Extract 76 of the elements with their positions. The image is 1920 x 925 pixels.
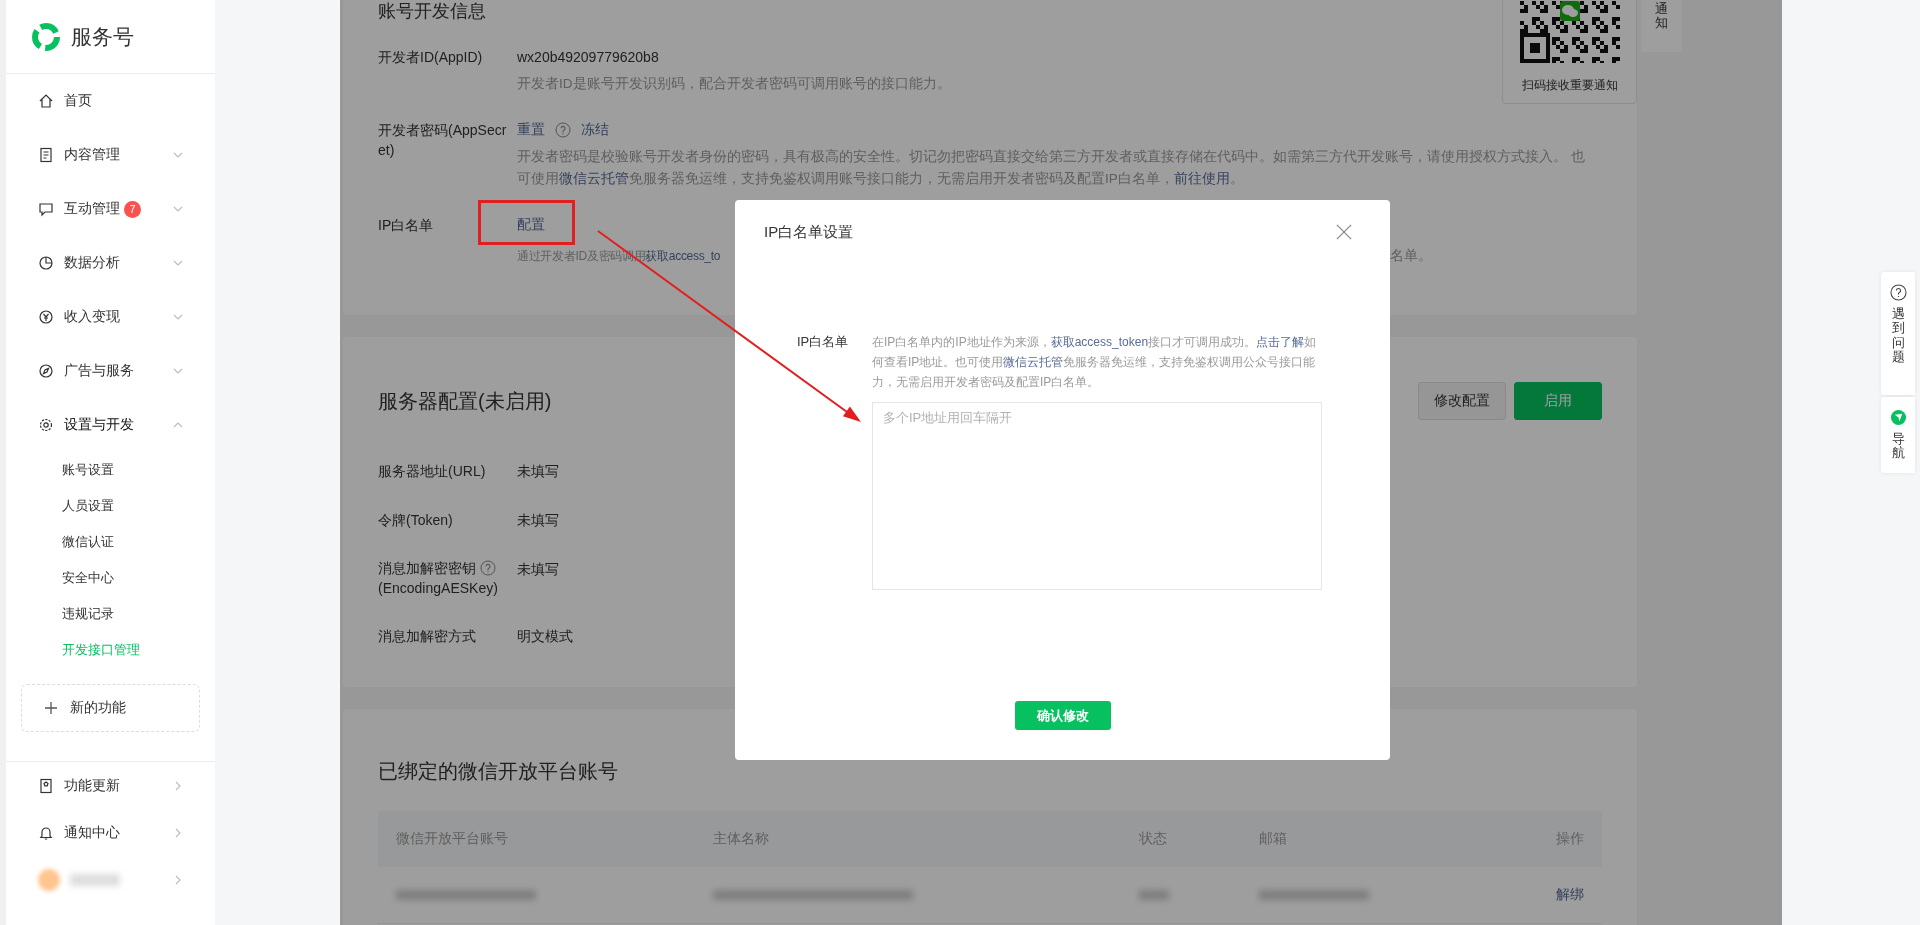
- column-header: 微信开放平台账号: [396, 830, 509, 848]
- menu-item[interactable]: 互动管理 7: [6, 182, 215, 236]
- float-button[interactable]: 导航: [1881, 397, 1915, 473]
- dialog-title: IP白名单设置: [764, 222, 854, 242]
- logo-text: 服务号: [71, 23, 134, 50]
- menu-item[interactable]: 内容管理: [6, 128, 215, 182]
- home-icon: [38, 93, 54, 109]
- submenu-item[interactable]: 安全中心: [6, 560, 215, 596]
- submenu-item[interactable]: 违规记录: [6, 596, 215, 632]
- section-title: 已绑定的微信开放平台账号: [378, 759, 619, 784]
- notice-tab[interactable]: 通知: [1641, 0, 1682, 52]
- action-link[interactable]: 重置: [517, 121, 545, 139]
- book-icon: [38, 777, 54, 794]
- menu-item[interactable]: 数据分析: [6, 236, 215, 290]
- close-icon[interactable]: [1336, 224, 1352, 240]
- section-title: 账号开发信息: [378, 0, 487, 22]
- document-icon: [38, 147, 54, 163]
- menu-item[interactable]: 设置与开发: [6, 398, 215, 452]
- submenu-item[interactable]: 人员设置: [6, 488, 215, 524]
- avatar: [38, 868, 60, 891]
- field-value: 未填写: [517, 511, 559, 530]
- submenu-item[interactable]: 微信认证: [6, 524, 215, 560]
- new-feature-button[interactable]: 新的功能: [21, 684, 200, 732]
- help-icon[interactable]: [480, 560, 496, 576]
- bell-icon: [38, 824, 54, 841]
- logo-icon: [31, 21, 61, 52]
- action-link[interactable]: 冻结: [581, 121, 609, 139]
- field-label: IP白名单: [797, 333, 850, 351]
- menu-item[interactable]: 收入变现: [6, 290, 215, 344]
- field-value: 未填写: [517, 462, 559, 481]
- description-text: 在IP白名单内的IP地址作为来源，获取access_token接口才可调用成功。点击了解如何查看IP地址。也可使用微信云托管免服务器免运维，支持免鉴权调用公众号接口能力，无需启用开发者密码及配置IP白名单。: [872, 334, 1318, 391]
- blurred-account-name: [70, 873, 120, 886]
- blurred-cell: [1139, 890, 1169, 900]
- pie-chart-icon: [38, 255, 54, 271]
- compass-icon: [1889, 409, 1907, 426]
- field-label: 开发者密码(AppSecret): [378, 121, 508, 160]
- qr-caption: 扫码接收重要通知: [1521, 77, 1618, 94]
- unbind-link[interactable]: 解绑: [1556, 886, 1584, 904]
- chat-icon: [38, 201, 54, 217]
- ip-list-field[interactable]: 多个IP地址用回车隔开: [872, 402, 1322, 590]
- inline-link[interactable]: 获取access_token: [1050, 335, 1149, 349]
- inline-link[interactable]: 获取access_to: [645, 249, 721, 263]
- inline-link[interactable]: 前往使用: [1173, 171, 1230, 186]
- menu-item[interactable]: 首页: [6, 74, 215, 128]
- field-label: 消息加解密方式: [378, 627, 476, 646]
- gear-icon: [38, 417, 54, 433]
- plus-icon: [44, 701, 58, 715]
- inline-link[interactable]: 微信云托管: [1003, 355, 1064, 369]
- column-header: 操作: [1556, 830, 1584, 848]
- inline-link[interactable]: 微信云托管: [559, 171, 629, 186]
- field-value: 未填写: [517, 560, 559, 579]
- count-badge: 7: [124, 200, 141, 218]
- description-text: 名单。: [1390, 247, 1432, 265]
- field-label: (EncodingAESKey): [378, 579, 499, 598]
- menu-item[interactable]: 功能更新: [6, 762, 215, 809]
- menu-item[interactable]: 广告与服务: [6, 344, 215, 398]
- help-icon[interactable]: [555, 122, 571, 138]
- field-label: IP白名单: [378, 216, 435, 235]
- field-label: 服务器地址(URL): [378, 462, 486, 481]
- help-icon: [1889, 284, 1907, 301]
- edit-config-button[interactable]: 修改配置: [1418, 382, 1506, 420]
- field-value: 明文模式: [517, 627, 573, 646]
- inline-link[interactable]: 点击了解: [1256, 335, 1305, 349]
- menu-item[interactable]: 通知中心: [6, 809, 215, 856]
- compass-icon: [38, 363, 54, 379]
- field-label: 消息加解密密钥: [378, 559, 476, 578]
- field-value: wx20b49209779620b8: [517, 49, 659, 65]
- column-header: 邮箱: [1259, 830, 1288, 848]
- column-header: 主体名称: [713, 830, 770, 848]
- yen-icon: [38, 309, 54, 325]
- float-button[interactable]: 遇到问题: [1881, 272, 1915, 395]
- section-title: 服务器配置(未启用): [378, 389, 552, 414]
- field-label: 开发者ID(AppID): [378, 48, 484, 67]
- field-label: 令牌(Token): [378, 511, 453, 530]
- action-link[interactable]: 配置: [517, 216, 545, 234]
- submenu-item[interactable]: 账号设置: [6, 452, 215, 488]
